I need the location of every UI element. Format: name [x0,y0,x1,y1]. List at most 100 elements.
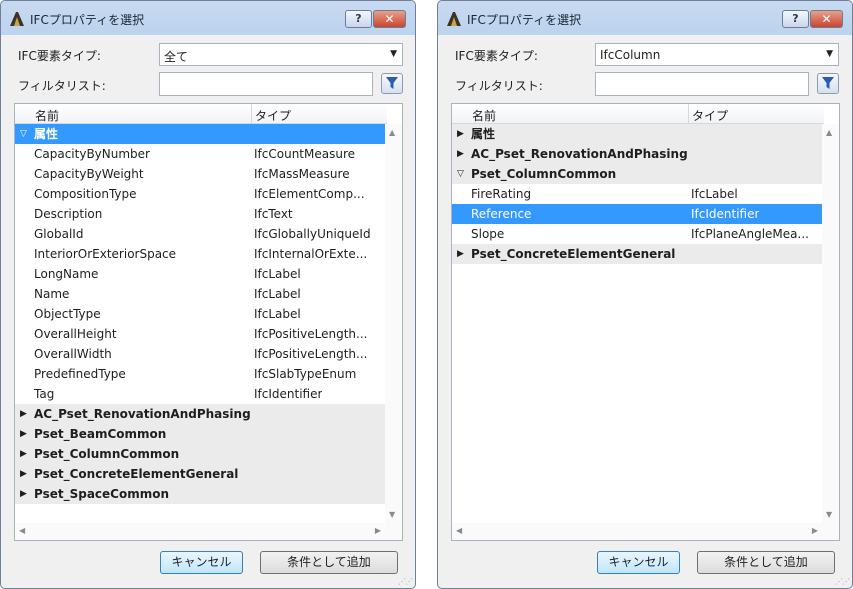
property-row[interactable]: CapacityByWeight IfcMassMeasure [15,164,386,184]
column-header-name[interactable]: 名前 [35,107,59,124]
property-name: Reference [471,207,532,221]
help-button[interactable]: ? [345,10,372,28]
tree-group-row[interactable]: ▽ 属性 [15,124,386,144]
scroll-down-icon[interactable]: ▼ [389,510,395,519]
tree-group-row[interactable]: ▶ Pset_SpaceCommon [15,484,386,504]
property-row[interactable]: CompositionType IfcElementComp... [15,184,386,204]
property-type: IfcIdentifier [254,387,323,401]
tree-group-row[interactable]: ▶ Pset_BeamCommon [15,424,386,444]
expanded-triangle-icon[interactable]: ▽ [457,164,464,184]
property-row[interactable]: InteriorOrExteriorSpace IfcInternalOrExte… [15,244,386,264]
property-row[interactable]: FireRating IfcLabel [452,184,823,204]
property-row[interactable]: Slope IfcPlaneAngleMea... [452,224,823,244]
title-bar[interactable]: IFCプロパティを選択 ? ✕ [438,1,852,35]
scroll-down-icon[interactable]: ▼ [826,510,832,519]
property-type: IfcLabel [691,187,738,201]
property-row[interactable]: LongName IfcLabel [15,264,386,284]
ifc-type-select[interactable]: 全て ▼ [159,43,403,66]
scroll-left-icon[interactable]: ◀ [19,526,25,535]
ifc-type-label: IFC要素タイプ: [455,49,538,63]
tree-group-row[interactable]: ▶ 属性 [452,124,823,144]
property-type: IfcLabel [254,267,301,281]
close-button[interactable]: ✕ [373,10,406,28]
collapsed-triangle-icon[interactable]: ▶ [457,124,464,144]
property-type: IfcLabel [254,287,301,301]
collapsed-triangle-icon[interactable]: ▶ [20,484,27,504]
ifc-type-label: IFC要素タイプ: [18,49,101,63]
ifc-type-select[interactable]: IfcColumn ▼ [595,43,839,66]
tree-group-row[interactable]: ▽ Pset_ColumnCommon [452,164,823,184]
title-bar[interactable]: IFCプロパティを選択 ? ✕ [1,1,415,35]
tree-group-label: Pset_BeamCommon [34,427,167,441]
property-row[interactable]: CapacityByNumber IfcCountMeasure [15,144,386,164]
scroll-left-icon[interactable]: ◀ [456,526,462,535]
property-row[interactable]: GlobalId IfcGloballyUniqueId [15,224,386,244]
property-row[interactable]: Description IfcText [15,204,386,224]
expanded-triangle-icon[interactable]: ▽ [20,124,27,144]
collapsed-triangle-icon[interactable]: ▶ [457,244,464,264]
vertical-scrollbar[interactable]: ▲ ▼ [822,124,839,523]
scroll-up-icon[interactable]: ▲ [389,128,395,137]
add-as-condition-button[interactable]: 条件として追加 [260,551,398,574]
collapsed-triangle-icon[interactable]: ▶ [20,464,27,484]
tree-group-label: 属性 [34,127,59,141]
dialog-title: IFCプロパティを選択 [467,13,582,27]
property-row[interactable]: PredefinedType IfcSlabTypeEnum [15,364,386,384]
column-divider[interactable] [251,104,252,123]
property-type: IfcSlabTypeEnum [254,367,357,381]
property-name: LongName [34,267,99,281]
property-row[interactable]: Tag IfcIdentifier [15,384,386,404]
collapsed-triangle-icon[interactable]: ▶ [20,404,27,424]
filter-button[interactable] [817,73,839,94]
property-name: CapacityByNumber [34,147,150,161]
property-row[interactable]: OverallHeight IfcPositiveLength... [15,324,386,344]
column-divider[interactable] [688,104,689,123]
collapsed-triangle-icon[interactable]: ▶ [20,444,27,464]
column-header-type[interactable]: タイプ [692,107,728,124]
property-tree[interactable]: 名前 タイプ ▽ 属性 CapacityByNumber IfcCountMeasur… [14,103,403,541]
property-tree[interactable]: 名前 タイプ ▶ 属性 ▶ AC_Pset_RenovationAndPhasing ▽… [451,103,840,541]
filter-input[interactable] [159,72,373,96]
property-row[interactable]: ObjectType IfcLabel [15,304,386,324]
resize-grip-icon[interactable]: ⋰⋰ [398,577,413,586]
property-name: Tag [34,387,55,401]
scroll-right-icon[interactable]: ▶ [812,526,818,535]
filter-input[interactable] [595,72,809,96]
tree-group-label: Pset_ColumnCommon [471,167,617,181]
property-type: IfcGloballyUniqueId [254,227,371,241]
close-button[interactable]: ✕ [810,10,843,28]
collapsed-triangle-icon[interactable]: ▶ [457,144,464,164]
column-header-type[interactable]: タイプ [255,107,291,124]
tree-group-row[interactable]: ▶ Pset_ConcreteElementGeneral [15,464,386,484]
property-row[interactable]: Reference IfcIdentifier [452,204,823,224]
ifc-type-value: IfcColumn [600,48,661,62]
property-row[interactable]: OverallWidth IfcPositiveLength... [15,344,386,364]
tree-group-row[interactable]: ▶ AC_Pset_RenovationAndPhasing [452,144,823,164]
horizontal-scrollbar[interactable]: ◀ ▶ [452,523,839,540]
vertical-scrollbar[interactable]: ▲ ▼ [385,124,402,523]
tree-group-row[interactable]: ▶ AC_Pset_RenovationAndPhasing [15,404,386,424]
column-header-name[interactable]: 名前 [472,107,496,124]
filter-button[interactable] [381,73,403,94]
chevron-down-icon: ▼ [390,49,397,59]
help-button[interactable]: ? [782,10,809,28]
cancel-button[interactable]: キャンセル [597,551,680,574]
cancel-button[interactable]: キャンセル [160,551,243,574]
tree-group-row[interactable]: ▶ Pset_ColumnCommon [15,444,386,464]
archicad-icon [447,12,461,26]
ifc-property-dialog-right: IFCプロパティを選択 ? ✕ IFC要素タイプ: IfcColumn ▼ フィ… [437,0,853,589]
tree-group-label: Pset_ColumnCommon [34,447,180,461]
tree-rows: ▶ 属性 ▶ AC_Pset_RenovationAndPhasing ▽ Pset_Co… [452,124,823,264]
scroll-right-icon[interactable]: ▶ [375,526,381,535]
scroll-up-icon[interactable]: ▲ [826,128,832,137]
property-name: GlobalId [34,227,84,241]
collapsed-triangle-icon[interactable]: ▶ [20,424,27,444]
filter-label: フィルタリスト: [18,79,106,93]
property-row[interactable]: Name IfcLabel [15,284,386,304]
horizontal-scrollbar[interactable]: ◀ ▶ [15,523,402,540]
property-type: IfcIdentifier [691,207,760,221]
resize-grip-icon[interactable]: ⋰⋰ [835,577,850,586]
tree-group-row[interactable]: ▶ Pset_ConcreteElementGeneral [452,244,823,264]
add-as-condition-button[interactable]: 条件として追加 [697,551,835,574]
property-name: FireRating [471,187,532,201]
